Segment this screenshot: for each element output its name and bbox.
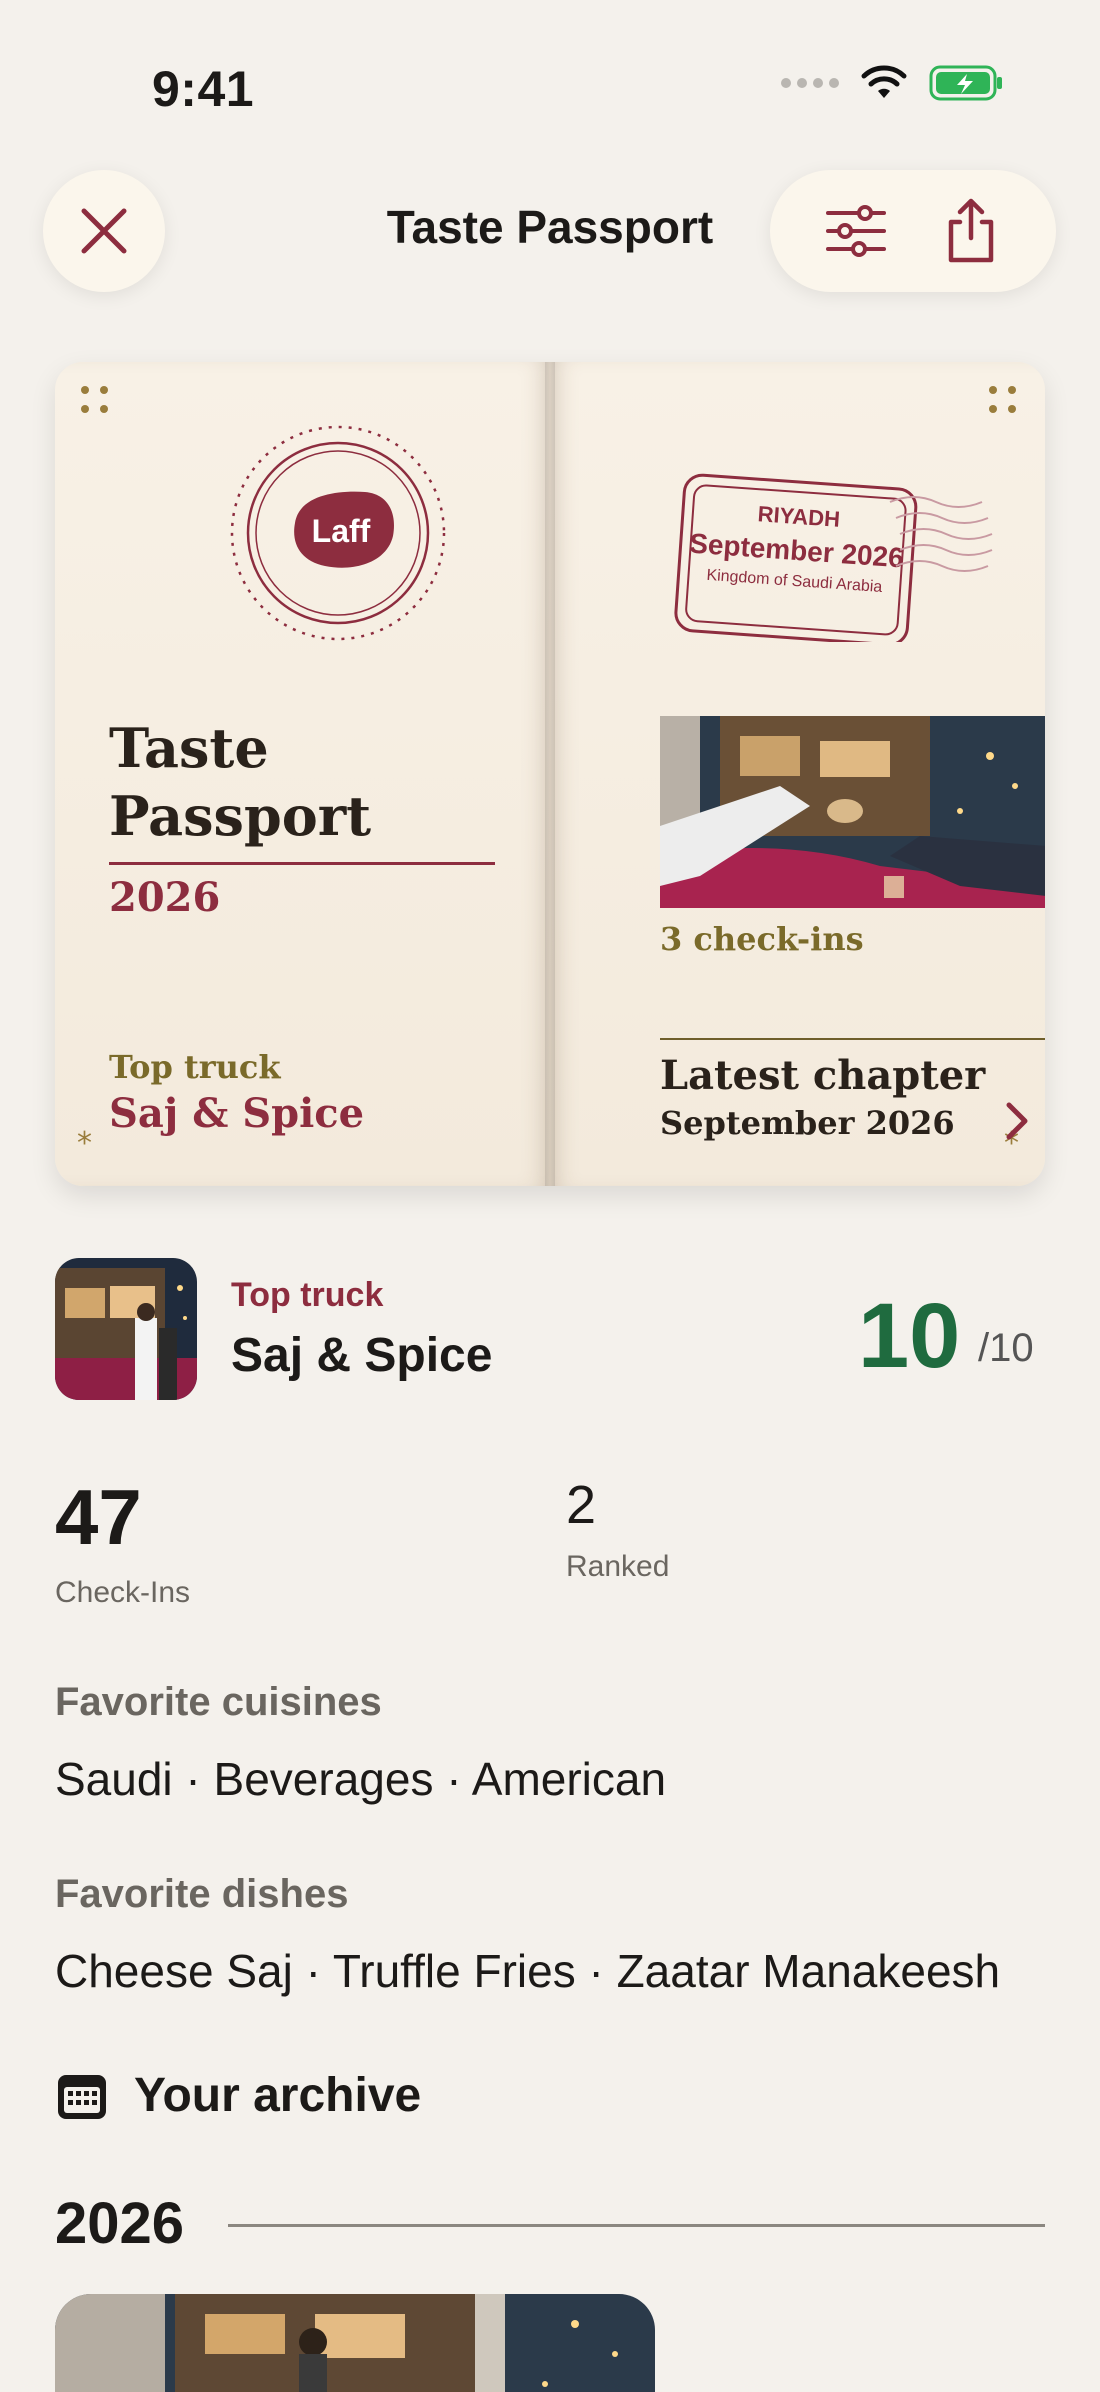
passport-top-truck-label: Top truck [109,1048,281,1086]
filter-button[interactable] [816,191,896,271]
title-divider [109,862,495,865]
year-divider [228,2224,1045,2227]
archive-card[interactable] [55,2294,655,2392]
top-truck-label: Top truck [231,1276,384,1314]
laff-seal: Laff [230,425,446,641]
share-button[interactable] [931,191,1011,271]
sliders-icon [825,205,886,257]
top-truck-name[interactable]: Saj & Spice [231,1328,492,1383]
corner-dots-icon [81,386,111,416]
favorite-cuisines-label: Favorite cuisines [55,1680,382,1724]
latest-chapter-date: September 2026 [660,1104,955,1142]
riyadh-stamp: RIYADH September 2026 Kingdom of Saudi A… [674,473,993,642]
checkins-label: Check-Ins [55,1576,191,1609]
cellular-signal-icon [781,78,839,88]
top-truck-score-max: /10 [978,1326,1034,1370]
status-time: 9:41 [152,61,255,117]
stamp-country: Kingdom of Saudi Arabia [706,567,883,596]
top-truck-score: 10 [858,1285,961,1387]
ranked-count: 2 [566,1475,597,1535]
battery-icon [929,65,1002,101]
archive-title: Your archive [134,2069,422,2122]
stamp-city: RIYADH [757,501,841,532]
passport-checkins: 3 check-ins [660,920,864,958]
checkin-photo [660,716,1045,908]
top-truck-thumbnail[interactable] [55,1258,197,1400]
passport-right-page: * RIYADH September 2026 Kingdom of Saudi… [550,362,1045,1186]
latest-chapter-label: Latest chapter [660,1052,986,1099]
calendar-icon [58,2075,106,2119]
header-actions [770,170,1056,292]
share-icon [948,198,993,263]
favorite-dishes-label: Favorite dishes [55,1872,349,1916]
corner-dots-icon [989,386,1019,416]
passport-left-page: * Laff Taste Passport 2026 Top truck Saj… [55,362,550,1186]
star-ornament-icon: * [77,1126,92,1161]
archive-year: 2026 [55,2191,185,2256]
favorite-dishes-value: Cheese Saj · Truffle Fries · Zaatar Mana… [55,1945,1001,1997]
passport-book[interactable]: * Laff Taste Passport 2026 Top truck Saj… [55,362,1045,1186]
ranked-label: Ranked [566,1550,670,1583]
favorite-cuisines-value: Saudi · Beverages · American [55,1753,667,1805]
passport-year: 2026 [109,874,221,921]
laff-logo-text: Laff [312,513,371,549]
status-icons [781,64,1005,102]
passport-title: Taste Passport [109,716,372,848]
stamp-date: September 2026 [688,528,904,574]
passport-top-truck-name: Saj & Spice [109,1090,365,1137]
checkins-count: 47 [55,1473,142,1561]
book-spine [545,362,555,1186]
chapter-divider [660,1038,1045,1040]
chevron-right-icon[interactable] [1002,1100,1032,1142]
wifi-icon [861,65,907,98]
